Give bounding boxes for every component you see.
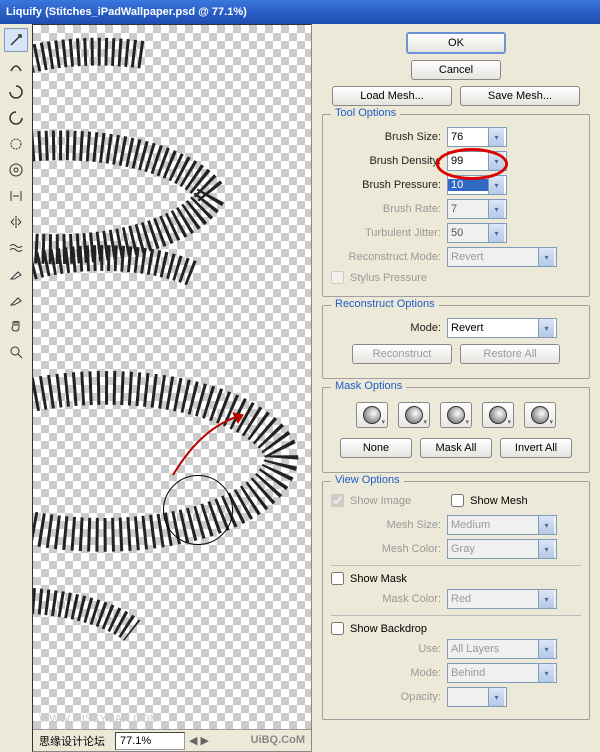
- mask-subtract-icon[interactable]: ▾: [440, 402, 472, 428]
- forward-warp-tool[interactable]: [4, 28, 28, 52]
- hand-tool[interactable]: [4, 314, 28, 338]
- chevron-down-icon[interactable]: ▾: [488, 152, 504, 170]
- invert-all-button[interactable]: Invert All: [500, 438, 572, 458]
- bloat-tool[interactable]: [4, 158, 28, 182]
- mask-options-group: Mask Options ▾ ▾ ▾ ▾ ▾ None Mask All Inv…: [322, 387, 590, 473]
- use-label: Use:: [331, 643, 441, 655]
- show-image-checkbox: [331, 494, 344, 507]
- turbulence-tool[interactable]: [4, 236, 28, 260]
- show-mesh-checkbox[interactable]: [451, 494, 464, 507]
- tool-options-group: Tool Options Brush Size: ▾ Brush Density…: [322, 114, 590, 297]
- chevron-down-icon: ▾: [538, 664, 554, 682]
- view-options-group: View Options Show Image Show Mesh Mesh S…: [322, 481, 590, 720]
- chevron-down-icon: ▾: [538, 540, 554, 558]
- mask-intersect-icon[interactable]: ▾: [482, 402, 514, 428]
- tool-options-legend: Tool Options: [331, 107, 400, 119]
- cancel-button[interactable]: Cancel: [411, 60, 501, 80]
- ok-button[interactable]: OK: [406, 32, 506, 54]
- brush-pressure-label: Brush Pressure:: [331, 179, 441, 191]
- status-left: 思缘设计论坛: [33, 733, 111, 749]
- mask-none-button[interactable]: None: [340, 438, 412, 458]
- brush-rate-input: ▾: [447, 199, 507, 219]
- show-mask-label: Show Mask: [350, 573, 407, 585]
- reconstruct-mode-label: Reconstruct Mode:: [331, 251, 441, 263]
- zoom-tool[interactable]: [4, 340, 28, 364]
- mask-all-button[interactable]: Mask All: [420, 438, 492, 458]
- chevron-down-icon: ▾: [538, 640, 554, 658]
- mode-label: Mode:: [331, 322, 441, 334]
- show-mesh-label: Show Mesh: [470, 495, 527, 507]
- mask-color-select: Red▾: [447, 589, 557, 609]
- brush-cursor: [163, 475, 233, 545]
- show-image-label: Show Image: [350, 495, 411, 507]
- canvas-area[interactable]: WWW.MISSYUAN.COM 思缘设计论坛 77.1% ◀ ▶ UiBQ.C…: [32, 24, 312, 752]
- chevron-down-icon: ▾: [538, 590, 554, 608]
- show-backdrop-label: Show Backdrop: [350, 623, 427, 635]
- watermark-text: WWW.MISSYUAN.COM: [39, 713, 159, 725]
- restore-all-button: Restore All: [460, 344, 560, 364]
- zoom-percent[interactable]: 77.1%: [115, 732, 185, 750]
- push-left-tool[interactable]: [4, 184, 28, 208]
- mirror-tool[interactable]: [4, 210, 28, 234]
- reconstruct-options-group: Reconstruct Options Mode: Revert▾ Recons…: [322, 305, 590, 379]
- save-mesh-button[interactable]: Save Mesh...: [460, 86, 580, 106]
- turbulent-jitter-input: ▾: [447, 223, 507, 243]
- mask-replace-icon[interactable]: ▾: [356, 402, 388, 428]
- twirl-cw-tool[interactable]: [4, 80, 28, 104]
- opacity-input: ▾: [447, 687, 507, 707]
- brush-density-label: Brush Density:: [331, 155, 441, 167]
- mode-select[interactable]: Revert▾: [447, 318, 557, 338]
- stroke-arrow-icon: [163, 405, 263, 485]
- chevron-down-icon: ▾: [538, 248, 554, 266]
- load-mesh-button[interactable]: Load Mesh...: [332, 86, 452, 106]
- reconstruct-options-legend: Reconstruct Options: [331, 298, 439, 310]
- mesh-color-label: Mesh Color:: [331, 543, 441, 555]
- chevron-down-icon[interactable]: ▾: [488, 128, 504, 146]
- mesh-color-select: Gray▾: [447, 539, 557, 559]
- twirl-ccw-tool[interactable]: [4, 106, 28, 130]
- thaw-mask-tool[interactable]: [4, 288, 28, 312]
- mask-options-legend: Mask Options: [331, 380, 406, 392]
- use-select: All Layers▾: [447, 639, 557, 659]
- chevron-down-icon: ▾: [488, 688, 504, 706]
- turbulent-jitter-label: Turbulent Jitter:: [331, 227, 441, 239]
- stitches-artwork: [33, 25, 311, 730]
- reconstruct-mode-select: Revert▾: [447, 247, 557, 267]
- show-backdrop-checkbox[interactable]: [331, 622, 344, 635]
- show-mask-checkbox[interactable]: [331, 572, 344, 585]
- title-bar: Liquify (Stitches_iPadWallpaper.psd @ 77…: [0, 0, 600, 24]
- pucker-tool[interactable]: [4, 132, 28, 156]
- stylus-pressure-checkbox: [331, 271, 344, 284]
- backdrop-mode-select: Behind▾: [447, 663, 557, 683]
- opacity-label: Opacity:: [331, 691, 441, 703]
- reconstruct-button: Reconstruct: [352, 344, 452, 364]
- mask-invert-icon[interactable]: ▾: [524, 402, 556, 428]
- reconstruct-tool[interactable]: [4, 54, 28, 78]
- mask-add-icon[interactable]: ▾: [398, 402, 430, 428]
- status-bar: 思缘设计论坛 77.1% ◀ ▶ UiBQ.CoM: [33, 729, 311, 751]
- brush-size-label: Brush Size:: [331, 131, 441, 143]
- backdrop-mode-label: Mode:: [331, 667, 441, 679]
- brush-density-input[interactable]: ▾: [447, 151, 507, 171]
- brush-pressure-input[interactable]: ▾: [447, 175, 507, 195]
- brush-rate-label: Brush Rate:: [331, 203, 441, 215]
- mask-color-label: Mask Color:: [331, 593, 441, 605]
- tool-column: [0, 24, 32, 752]
- freeze-mask-tool[interactable]: [4, 262, 28, 286]
- mesh-size-label: Mesh Size:: [331, 519, 441, 531]
- brand-watermark: UiBQ.CoM: [251, 729, 305, 751]
- chevron-down-icon: ▾: [538, 516, 554, 534]
- stylus-pressure-label: Stylus Pressure: [350, 272, 427, 284]
- chevron-down-icon[interactable]: ▾: [488, 176, 504, 194]
- brush-size-input[interactable]: ▾: [447, 127, 507, 147]
- options-panel: OK Cancel Load Mesh... Save Mesh... Tool…: [312, 24, 600, 752]
- window-title: Liquify (Stitches_iPadWallpaper.psd @ 77…: [6, 6, 247, 18]
- chevron-down-icon: ▾: [488, 224, 504, 242]
- view-options-legend: View Options: [331, 474, 404, 486]
- chevron-down-icon[interactable]: ▾: [538, 319, 554, 337]
- chevron-down-icon: ▾: [488, 200, 504, 218]
- mesh-size-select: Medium▾: [447, 515, 557, 535]
